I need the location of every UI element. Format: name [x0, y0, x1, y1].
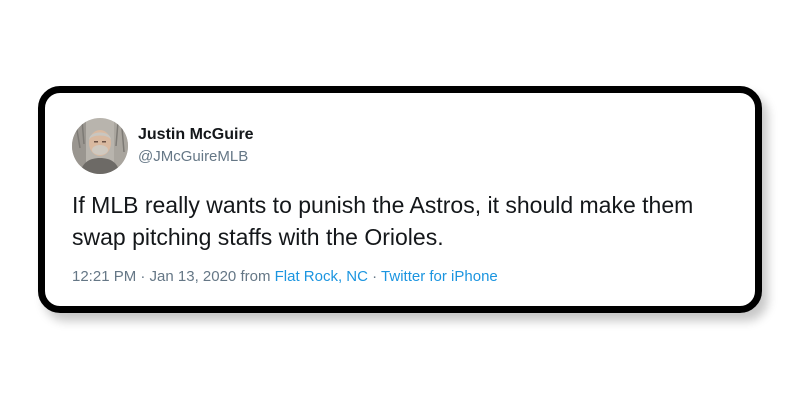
- avatar[interactable]: [72, 118, 128, 174]
- author-name[interactable]: Justin McGuire: [138, 126, 254, 144]
- meta-separator: ·: [367, 268, 382, 285]
- tweet-text: If MLB really wants to punish the Astros…: [72, 192, 694, 250]
- author-handle[interactable]: @JMcGuireMLB: [138, 148, 248, 165]
- tweet-meta: 12:21 PM · Jan 13, 2020 from Flat Rock, …: [72, 268, 498, 285]
- tweet-timestamp[interactable]: 12:21 PM · Jan 13, 2020 from: [72, 268, 275, 285]
- avatar-photo: [72, 118, 128, 174]
- tweet-location-link[interactable]: Flat Rock, NC: [275, 268, 368, 285]
- tweet-card: Justin McGuire @JMcGuireMLB If MLB reall…: [38, 86, 762, 313]
- tweet-source-link[interactable]: Twitter for iPhone: [381, 268, 498, 285]
